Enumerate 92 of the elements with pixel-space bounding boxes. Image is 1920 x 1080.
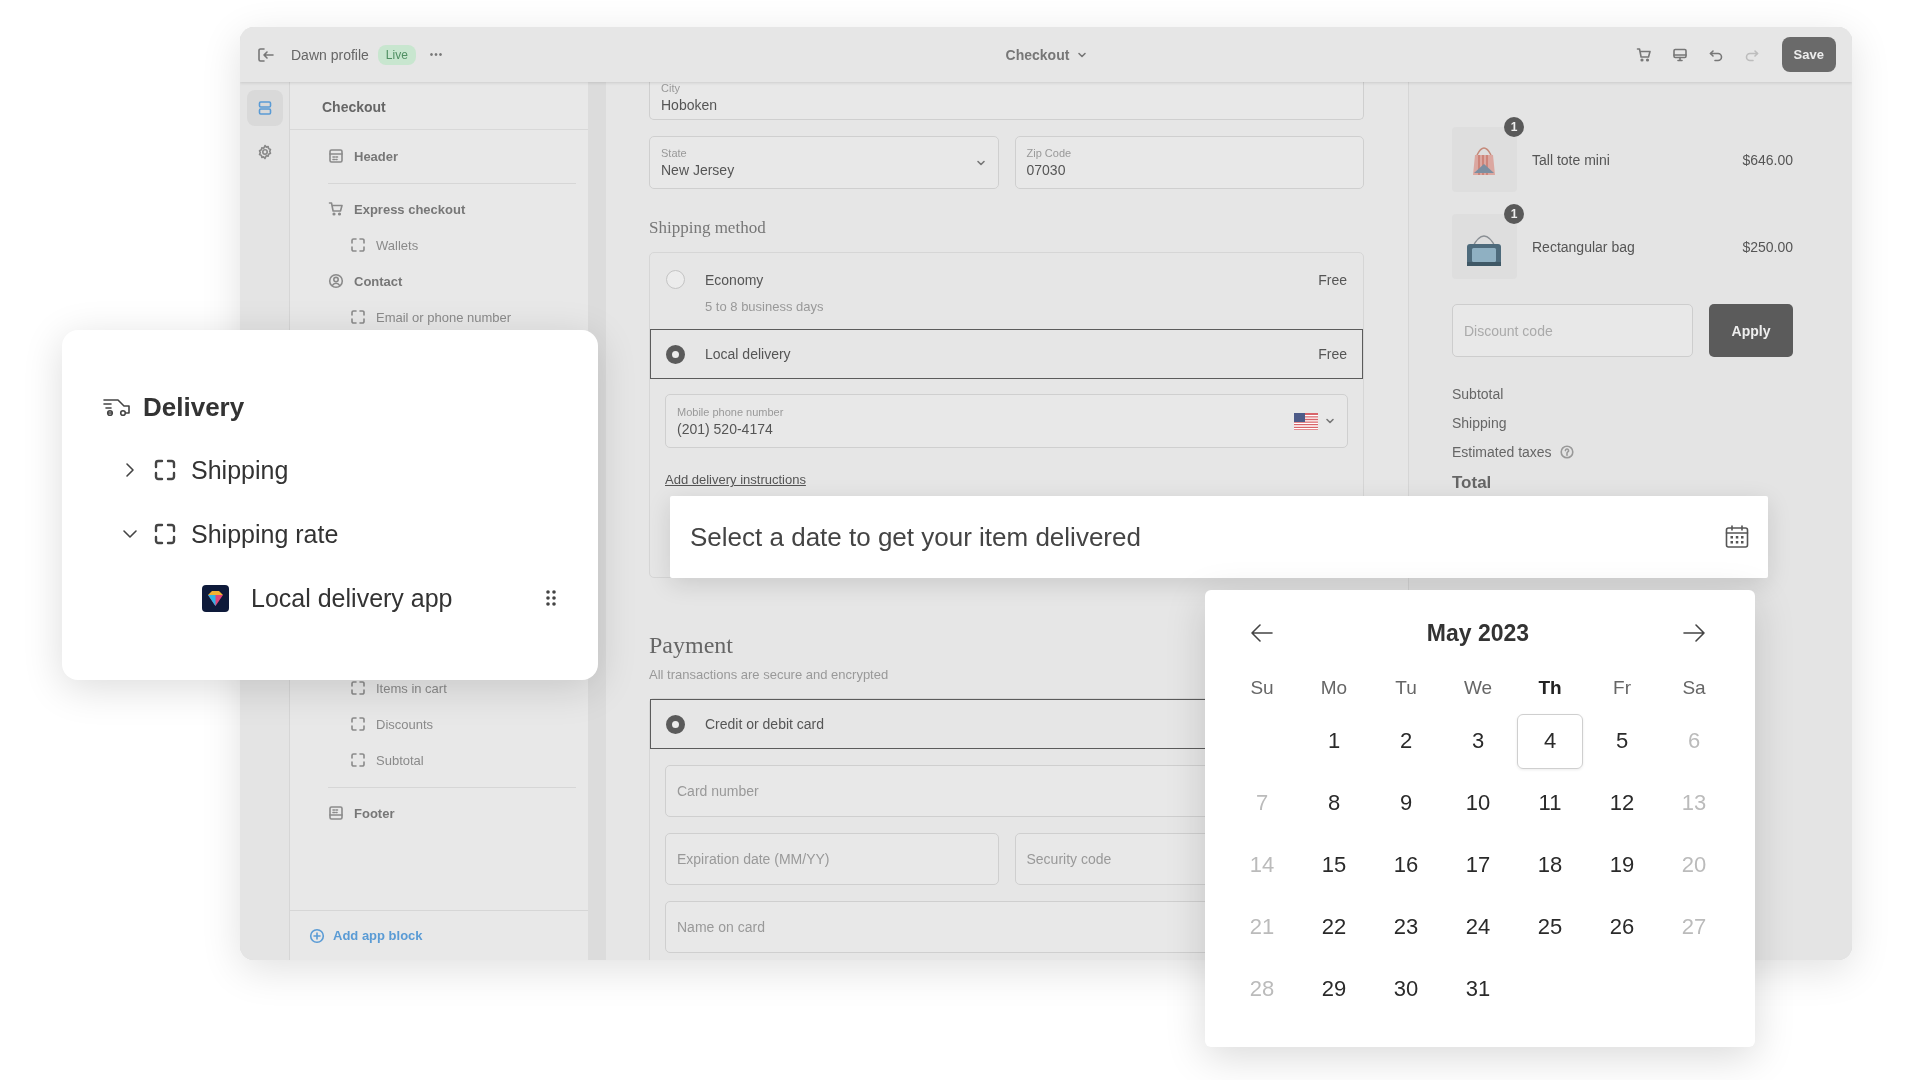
calendar-day[interactable]: 11 [1517, 775, 1583, 831]
calendar-day[interactable]: 18 [1517, 837, 1583, 893]
summary-label: Shipping [1452, 414, 1507, 431]
radio-button[interactable] [666, 270, 685, 289]
footer-icon [328, 805, 344, 821]
state-select[interactable]: State New Jersey [649, 136, 999, 189]
city-field[interactable]: City Hoboken [649, 82, 1364, 120]
calendar-day[interactable]: 19 [1589, 837, 1655, 893]
zip-field[interactable]: Zip Code 07030 [1014, 136, 1364, 189]
calendar-day[interactable]: 31 [1445, 961, 1511, 1017]
block-icon [350, 237, 366, 253]
discount-field[interactable]: Discount code [1452, 304, 1693, 357]
summary-label: Subtotal [1452, 385, 1504, 402]
block-icon [153, 522, 177, 546]
quantity-badge: 1 [1504, 117, 1524, 137]
drag-handle-icon[interactable] [546, 590, 556, 606]
secure-note: All transactions are secure and encrypted [649, 667, 890, 682]
exit-icon[interactable] [257, 45, 275, 64]
calendar-icon[interactable] [1724, 524, 1750, 550]
calendar-day[interactable]: 24 [1445, 899, 1511, 955]
calendar-day[interactable]: 5 [1589, 713, 1655, 769]
delivery-instructions-link[interactable]: Add delivery instructions [665, 472, 806, 487]
calendar-day[interactable]: 9 [1373, 775, 1439, 831]
tree-item[interactable]: Shipping rate [102, 502, 568, 566]
section-item[interactable]: Contact [328, 272, 403, 290]
calendar-day[interactable]: 12 [1589, 775, 1655, 831]
weekday-label: Su [1250, 677, 1274, 699]
status-badge: Live [377, 44, 416, 65]
calendar-day[interactable]: 30 [1373, 961, 1439, 1017]
date-field[interactable]: Select a date to get your item delivered [670, 496, 1768, 578]
sidebar-title: Checkout [290, 82, 588, 130]
calendar-day[interactable]: 23 [1373, 899, 1439, 955]
section-heading: Payment [649, 632, 733, 659]
card-title: Delivery [143, 391, 245, 423]
section-item[interactable]: Express checkout [328, 200, 466, 218]
date-input[interactable]: Select a date to get your item delivered [688, 520, 1724, 554]
block-icon [350, 716, 366, 732]
plus-icon [309, 927, 325, 944]
cart-icon[interactable] [1635, 46, 1652, 63]
month-title: May 2023 [1426, 619, 1530, 647]
apply-button[interactable]: Apply [1709, 304, 1793, 357]
radio-button[interactable] [666, 714, 685, 734]
gem-icon [202, 584, 229, 612]
profile-name: Dawn profile [291, 46, 369, 63]
shipping-option[interactable]: Local delivery Free [650, 329, 1363, 379]
total-label: Total [1452, 473, 1492, 493]
block-icon [350, 680, 366, 696]
calendar-day[interactable]: 29 [1301, 961, 1367, 1017]
header-icon [328, 148, 344, 164]
product-name: Rectangular bag [1532, 238, 1635, 255]
tree-item[interactable]: Shipping [102, 438, 568, 502]
phone-field[interactable]: Mobile phone number (201) 520-4174 [665, 394, 1348, 448]
quantity-badge: 1 [1504, 204, 1524, 224]
section-heading: Shipping method [649, 218, 766, 238]
more-button[interactable]: ••• [429, 49, 444, 60]
cart-icon [328, 201, 344, 217]
person-icon [328, 273, 344, 289]
flag-icon [1294, 412, 1318, 430]
weekday-label: Mo [1320, 677, 1348, 699]
truck-icon [102, 396, 132, 418]
calendar-day[interactable]: 17 [1445, 837, 1511, 893]
product-price: $250.00 [1742, 238, 1793, 255]
card-field[interactable]: Expiration date (MM/YY) [665, 833, 999, 885]
shipping-option[interactable]: Economy Free 5 to 8 business days [650, 253, 1363, 329]
calendar-day[interactable]: 16 [1373, 837, 1439, 893]
calendar-day[interactable]: 4 [1517, 713, 1583, 769]
block-icon [153, 458, 177, 482]
calendar-day[interactable]: 10 [1445, 775, 1511, 831]
product-price: $646.00 [1742, 151, 1793, 168]
block-icon [350, 752, 366, 768]
weekday-label: Sa [1682, 677, 1706, 699]
monitor-icon[interactable] [1671, 46, 1688, 63]
weekday-label: We [1463, 677, 1493, 699]
calendar-day[interactable]: 2 [1373, 713, 1439, 769]
page-selector[interactable]: Checkout [1005, 46, 1088, 63]
section-item[interactable]: Footer [328, 804, 395, 822]
product-name: Tall tote mini [1532, 151, 1610, 168]
app-item[interactable]: Local delivery app [102, 566, 568, 630]
weekday-label: Th [1538, 677, 1562, 699]
save-button[interactable]: Save [1781, 37, 1836, 72]
sections-icon [256, 100, 273, 116]
section-item[interactable]: Header [328, 147, 399, 165]
weekday-label: Fr [1613, 677, 1631, 699]
weekday-label: Tu [1395, 677, 1417, 699]
block-icon [350, 309, 366, 325]
calendar-day[interactable]: 25 [1517, 899, 1583, 955]
calendar-day[interactable]: 26 [1589, 899, 1655, 955]
settings-icon [256, 144, 273, 160]
summary-label: Estimated taxes [1452, 443, 1552, 460]
radio-button[interactable] [666, 344, 685, 364]
calendar-day[interactable]: 3 [1445, 713, 1511, 769]
help-icon [1559, 444, 1574, 459]
